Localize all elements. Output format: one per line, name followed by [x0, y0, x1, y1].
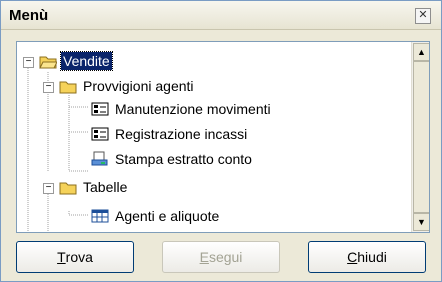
tree-node-label: Manutenzione movimenti — [115, 101, 271, 117]
collapse-provvigioni-icon[interactable]: − — [43, 82, 54, 93]
tree-node-label: Stampa estratto conto — [115, 151, 252, 167]
collapse-vendite-icon[interactable]: − — [23, 57, 34, 68]
esegui-label: segui — [208, 249, 243, 265]
trova-label: rova — [65, 249, 93, 265]
chiudi-label: hiudi — [357, 249, 387, 265]
tree-node-provvigioni-agenti[interactable]: Provvigioni agenti — [59, 75, 196, 97]
title-bar: Menù ✕ — [1, 1, 441, 30]
print-icon — [91, 151, 109, 167]
close-icon[interactable]: ✕ — [415, 8, 431, 24]
tree-node-label: Tabelle — [83, 179, 128, 195]
trova-button[interactable]: Trova — [16, 241, 134, 273]
esegui-button[interactable]: Esegui — [162, 241, 280, 273]
trova-mnemonic: T — [57, 249, 66, 265]
collapse-tabelle-icon[interactable]: − — [43, 183, 54, 194]
vertical-scrollbar[interactable]: ▲ ▼ — [411, 42, 429, 232]
tree-node-registrazione-incassi[interactable]: Registrazione incassi — [91, 123, 249, 145]
tree-node-manutenzione-movimenti[interactable]: Manutenzione movimenti — [91, 98, 273, 120]
tree-node-stampa-estratto-conto[interactable]: Stampa estratto conto — [91, 148, 254, 170]
tree-node-label: Registrazione incassi — [115, 126, 248, 142]
tree-node-agenti-e-aliquote[interactable]: Agenti e aliquote — [91, 205, 221, 227]
folder-open-icon — [59, 179, 77, 195]
window-title: Menù — [9, 7, 49, 24]
tree-node-vendite[interactable]: Vendite — [39, 50, 113, 72]
menu-window: Menù ✕ − Vendite − Provvigioni agenti Ma… — [0, 0, 442, 282]
chiudi-mnemonic: C — [347, 249, 358, 265]
form-icon — [91, 126, 109, 142]
table-icon — [91, 208, 109, 224]
form-icon — [91, 101, 109, 117]
scroll-up-icon[interactable]: ▲ — [413, 43, 429, 61]
esegui-mnemonic: E — [199, 249, 209, 265]
tree-node-tabelle[interactable]: Tabelle — [59, 176, 129, 198]
menu-tree[interactable]: − Vendite − Provvigioni agenti Manutenzi… — [16, 41, 430, 233]
tree-node-label: Vendite — [60, 51, 113, 71]
folder-open-icon — [59, 78, 77, 94]
chiudi-button[interactable]: Chiudi — [308, 241, 426, 273]
scrollbar-thumb[interactable] — [413, 61, 429, 213]
scroll-down-icon[interactable]: ▼ — [413, 213, 429, 231]
tree-node-label: Agenti e aliquote — [115, 208, 220, 224]
tree-node-label: Provvigioni agenti — [83, 78, 194, 94]
folder-open-icon — [39, 53, 58, 69]
